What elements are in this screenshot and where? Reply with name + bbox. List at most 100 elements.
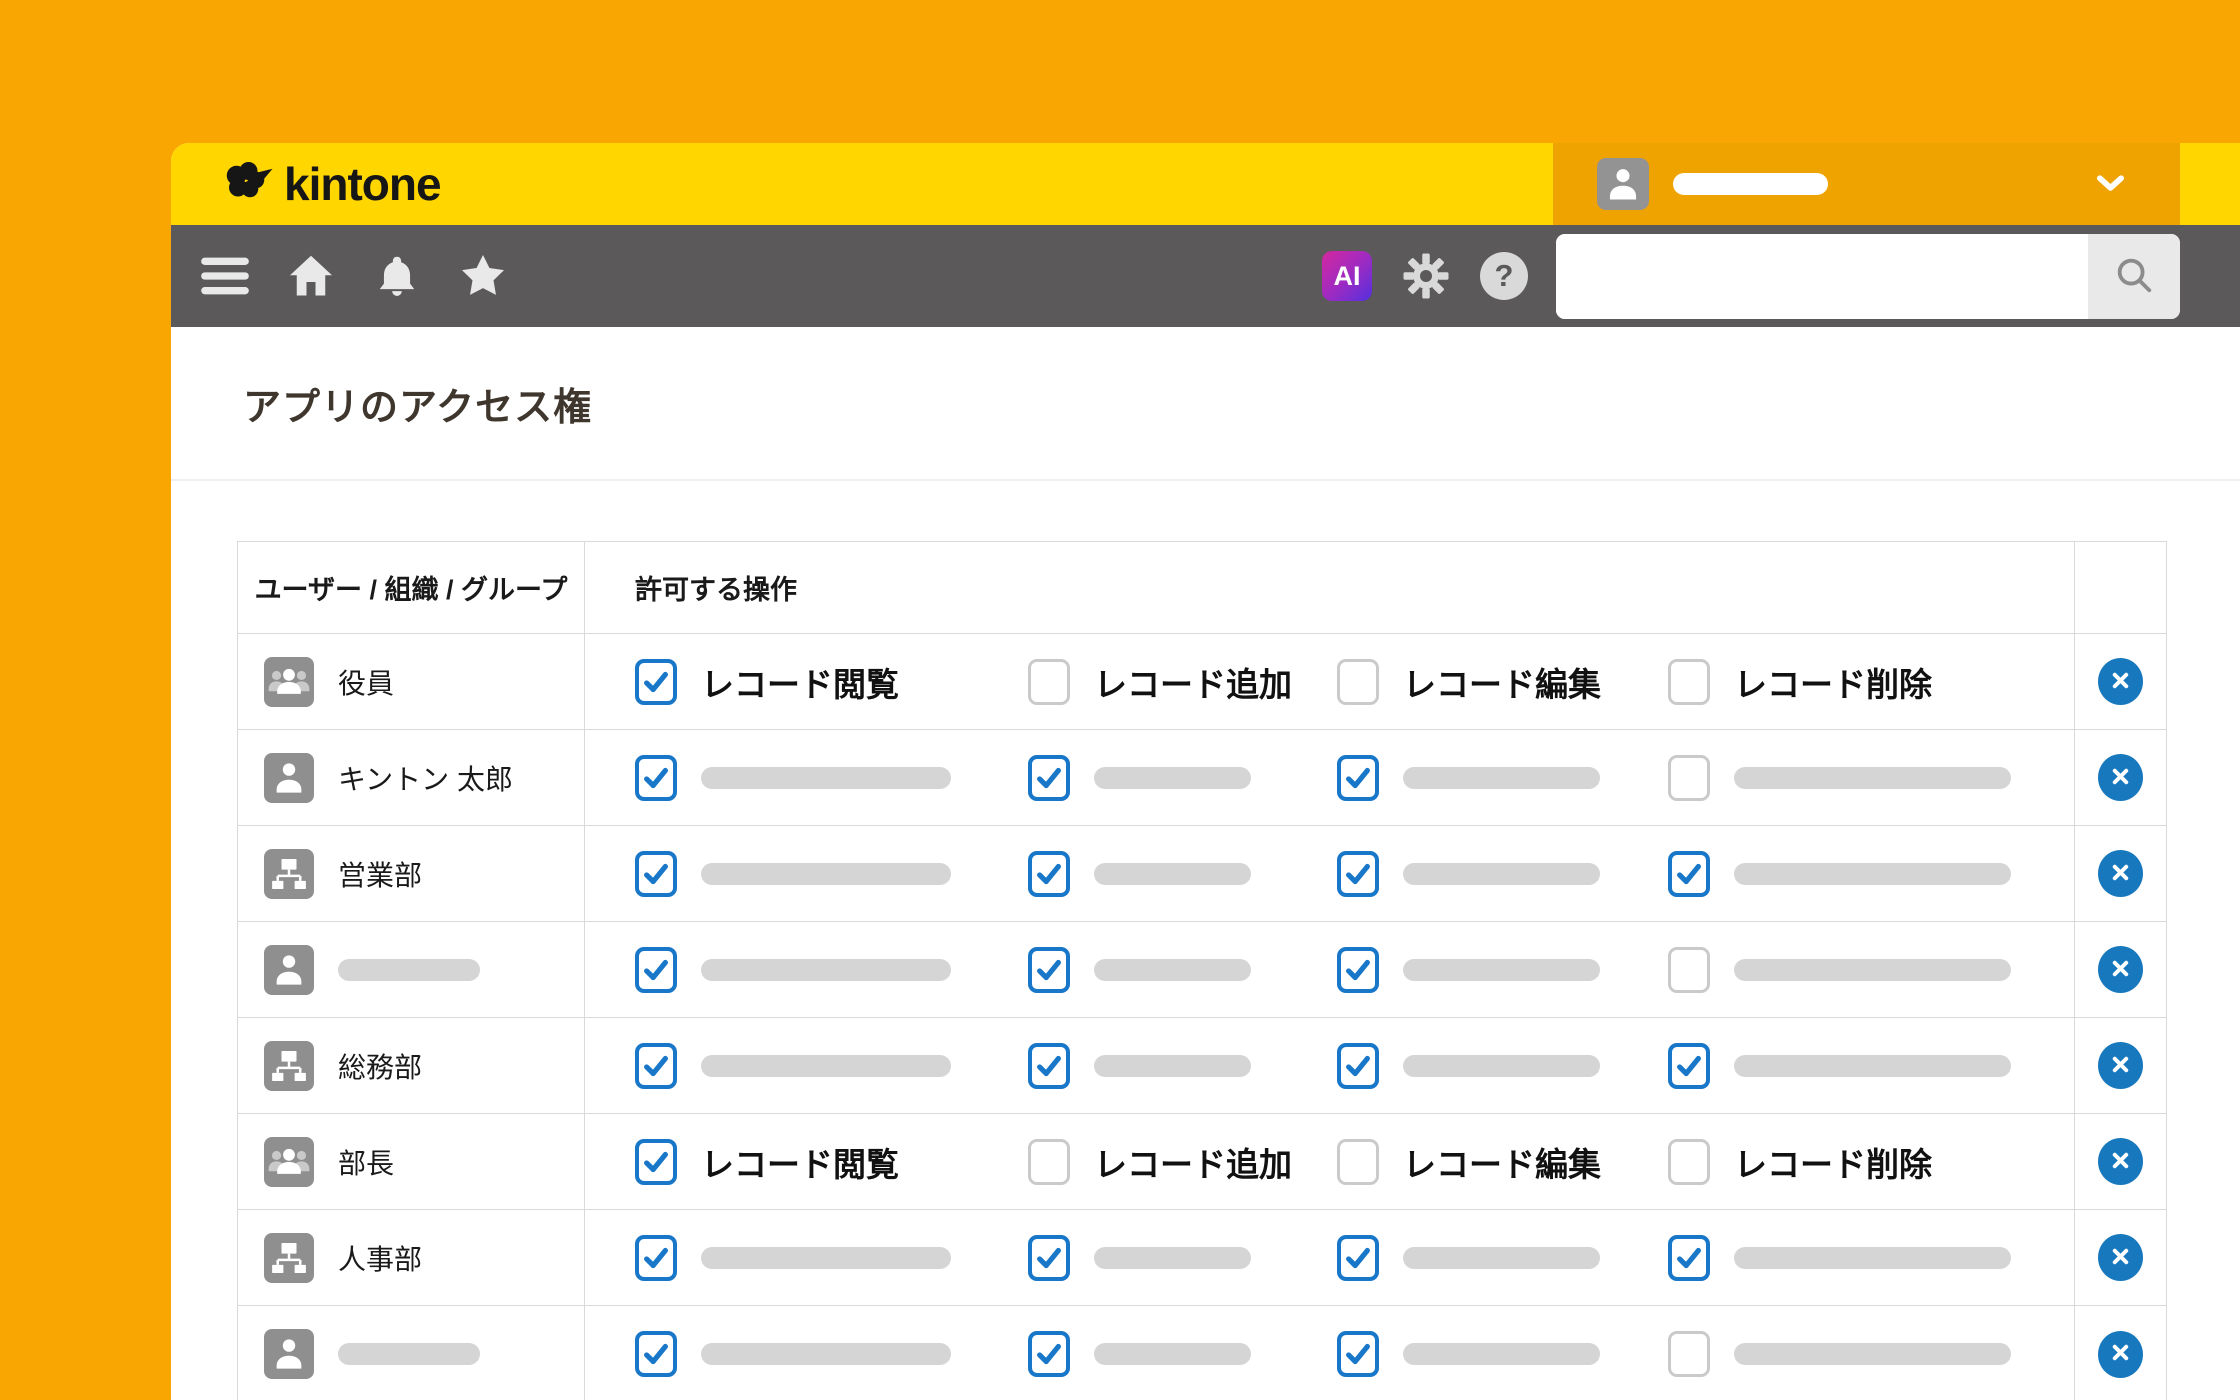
entity-name: 総務部 — [338, 1046, 422, 1086]
table-row: キントン 太郎 — [238, 730, 2166, 826]
permission-checkbox[interactable] — [635, 1139, 677, 1185]
operation-label-placeholder — [1094, 767, 1251, 789]
table-row: 役員レコード閲覧レコード追加レコード編集レコード削除 — [238, 634, 2166, 730]
operation-3 — [1668, 755, 2075, 801]
remove-row-button[interactable] — [2098, 946, 2143, 993]
permission-checkbox[interactable] — [1668, 755, 1710, 801]
permission-checkbox[interactable] — [1668, 947, 1710, 993]
permission-checkbox[interactable] — [635, 755, 677, 801]
permission-checkbox[interactable] — [635, 1043, 677, 1089]
search-button[interactable] — [2088, 234, 2180, 319]
column-header-operations: 許可する操作 — [584, 542, 2074, 633]
remove-row-button[interactable] — [2098, 1138, 2143, 1185]
permission-checkbox[interactable] — [1337, 1139, 1379, 1185]
operation-3 — [1668, 1043, 2075, 1089]
settings-gear-icon[interactable] — [1400, 250, 1452, 302]
permission-checkbox[interactable] — [1337, 1043, 1379, 1089]
operation-label-placeholder — [701, 1343, 951, 1365]
kintone-logo: kintone — [220, 143, 441, 225]
permission-checkbox[interactable] — [1337, 755, 1379, 801]
permission-checkbox[interactable] — [1668, 1043, 1710, 1089]
operation-0 — [635, 755, 1028, 801]
permission-checkbox[interactable] — [635, 947, 677, 993]
operation-label-placeholder — [1094, 1247, 1251, 1269]
operation-1 — [1028, 851, 1337, 897]
operation-label-placeholder — [1403, 1247, 1600, 1269]
operation-label: レコード閲覧 — [701, 658, 899, 706]
permission-checkbox[interactable] — [635, 659, 677, 705]
entity-cell: 人事部 — [238, 1210, 584, 1305]
permission-checkbox[interactable] — [1668, 1235, 1710, 1281]
entity-name: 営業部 — [338, 854, 422, 894]
permission-checkbox[interactable] — [1668, 851, 1710, 897]
permission-checkbox[interactable] — [1028, 1139, 1070, 1185]
permission-checkbox[interactable] — [1028, 947, 1070, 993]
operation-label: レコード追加 — [1094, 658, 1292, 706]
entity-cell: 役員 — [238, 634, 584, 729]
permission-checkbox[interactable] — [635, 1331, 677, 1377]
remove-row-button[interactable] — [2098, 1042, 2143, 1089]
permission-checkbox[interactable] — [1337, 851, 1379, 897]
operation-label-placeholder — [1403, 959, 1600, 981]
help-icon[interactable]: ? — [1480, 252, 1528, 300]
search-input[interactable] — [1556, 234, 2088, 319]
home-icon[interactable] — [285, 250, 337, 302]
kintone-cloud-icon — [220, 159, 274, 209]
permission-checkbox[interactable] — [1028, 851, 1070, 897]
permission-checkbox[interactable] — [1028, 659, 1070, 705]
remove-row-button[interactable] — [2098, 850, 2143, 897]
permission-checkbox[interactable] — [1337, 659, 1379, 705]
permission-checkbox[interactable] — [1028, 1235, 1070, 1281]
operation-2: レコード編集 — [1337, 1138, 1668, 1186]
table-row — [238, 1306, 2166, 1400]
remove-row-button[interactable] — [2098, 754, 2143, 801]
entity-name: 役員 — [338, 662, 394, 702]
operation-label-placeholder — [1094, 863, 1251, 885]
ai-button[interactable]: AI — [1322, 251, 1372, 301]
column-header-entity: ユーザー / 組織 / グループ — [238, 542, 584, 633]
operation-3 — [1668, 947, 2075, 993]
notifications-bell-icon[interactable] — [371, 250, 423, 302]
hamburger-menu-icon[interactable] — [199, 250, 251, 302]
permission-checkbox[interactable] — [1337, 1235, 1379, 1281]
operation-2 — [1337, 947, 1668, 993]
permission-checkbox[interactable] — [635, 1235, 677, 1281]
operation-3: レコード削除 — [1668, 658, 2075, 706]
action-cell — [2074, 634, 2166, 729]
permission-checkbox[interactable] — [1028, 1043, 1070, 1089]
permission-checkbox[interactable] — [635, 851, 677, 897]
entity-cell: 営業部 — [238, 826, 584, 921]
permission-checkbox[interactable] — [1028, 755, 1070, 801]
operation-0 — [635, 851, 1028, 897]
permission-checkbox[interactable] — [1668, 659, 1710, 705]
operations-cell — [584, 922, 2074, 1017]
favorites-star-icon[interactable] — [457, 250, 509, 302]
permission-checkbox[interactable] — [1028, 1331, 1070, 1377]
close-icon — [2109, 1341, 2132, 1367]
permission-checkbox[interactable] — [1337, 947, 1379, 993]
operation-label-placeholder — [1734, 1247, 2011, 1269]
remove-row-button[interactable] — [2098, 1331, 2143, 1378]
close-icon — [2109, 1245, 2132, 1271]
operation-label: レコード追加 — [1094, 1138, 1292, 1186]
operation-1: レコード追加 — [1028, 1138, 1337, 1186]
operation-label: レコード削除 — [1734, 658, 1932, 706]
operation-label-placeholder — [701, 1247, 951, 1269]
operation-label-placeholder — [1734, 863, 2011, 885]
operation-label-placeholder — [1734, 767, 2011, 789]
permission-checkbox[interactable] — [1668, 1139, 1710, 1185]
page-title: アプリのアクセス権 — [243, 376, 592, 431]
remove-row-button[interactable] — [2098, 658, 2143, 705]
permission-checkbox[interactable] — [1668, 1331, 1710, 1377]
operation-2 — [1337, 1331, 1668, 1377]
brand-header: kintone — [171, 143, 2240, 225]
permission-checkbox[interactable] — [1337, 1331, 1379, 1377]
logo-text: kintone — [284, 157, 441, 211]
user-menu[interactable] — [1553, 143, 2180, 225]
remove-row-button[interactable] — [2098, 1234, 2143, 1281]
table-row — [238, 922, 2166, 1018]
avatar — [1597, 158, 1649, 210]
operation-label-placeholder — [1403, 1343, 1600, 1365]
close-icon — [2109, 1053, 2132, 1079]
operation-label-placeholder — [1094, 1343, 1251, 1365]
